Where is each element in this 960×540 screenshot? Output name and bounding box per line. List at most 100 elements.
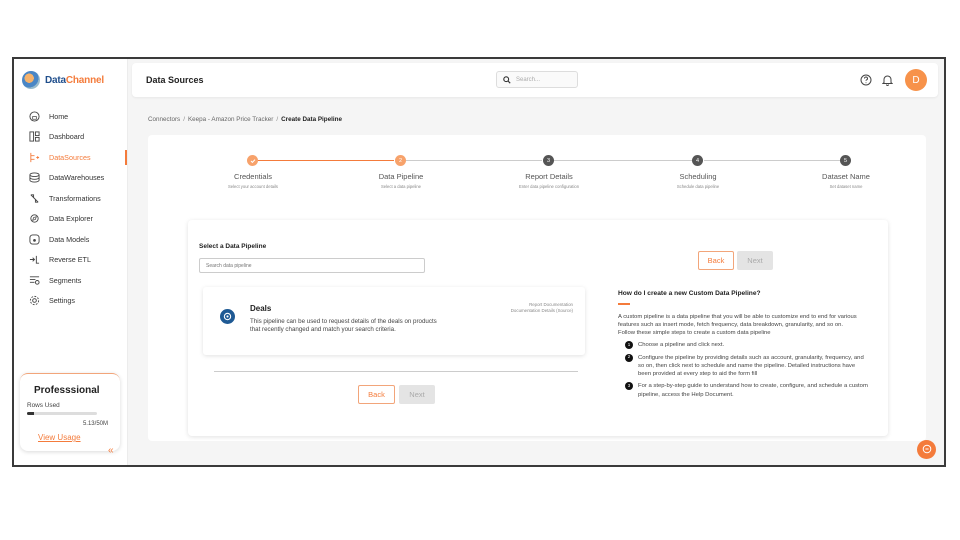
sidebar-item-label: Data Explorer bbox=[49, 214, 93, 224]
breadcrumb-separator: / bbox=[276, 116, 279, 123]
step-5-subtitle: Set dataset name bbox=[829, 184, 863, 189]
step-3-dot: 3 bbox=[543, 155, 554, 166]
transform-icon bbox=[28, 192, 40, 204]
step-4-title: Scheduling bbox=[679, 172, 717, 181]
help-title: How do I create a new Custom Data Pipeli… bbox=[618, 290, 761, 297]
reverse-etl-icon bbox=[28, 254, 40, 266]
dashboard-icon bbox=[28, 131, 40, 143]
settings-icon bbox=[28, 295, 40, 307]
select-pipeline-label: Select a Data Pipeline bbox=[199, 243, 267, 250]
breadcrumb-separator: / bbox=[183, 116, 185, 123]
page-title: Data Sources bbox=[146, 75, 204, 85]
step-number-badge: 3 bbox=[625, 382, 633, 391]
documentation-details-link[interactable]: Documentation Details (Source) bbox=[511, 308, 573, 314]
pipeline-card-deals[interactable]: Deals This pipeline can be used to reque… bbox=[203, 287, 585, 355]
step-connector-line bbox=[554, 160, 692, 161]
step-5-dot: 5 bbox=[840, 155, 851, 166]
top-header: Data Sources Search... D bbox=[132, 63, 938, 97]
help-section: How do I create a new Custom Data Pipeli… bbox=[618, 290, 868, 403]
chat-icon bbox=[922, 441, 932, 459]
app-window: DataChannel Home Dashboard DataSources D… bbox=[12, 57, 946, 467]
search-input[interactable]: Search... bbox=[516, 77, 540, 83]
help-title-underline bbox=[618, 303, 630, 305]
breadcrumb-keepa[interactable]: Keepa - Amazon Price Tracker bbox=[188, 116, 273, 123]
explorer-icon bbox=[28, 213, 40, 225]
pipeline-title: Deals bbox=[250, 304, 272, 313]
sidebar-item-reverse-etl[interactable]: Reverse ETL bbox=[14, 250, 127, 271]
pipeline-search-input[interactable] bbox=[199, 258, 425, 273]
next-button-top[interactable]: Next bbox=[737, 251, 773, 270]
pipeline-stepper: 2 3 4 5 Credentials Select your account … bbox=[148, 155, 926, 195]
back-button[interactable]: Back bbox=[358, 385, 395, 404]
help-step-text: For a step-by-step guide to understand h… bbox=[638, 383, 868, 398]
sidebar-item-label: Segments bbox=[49, 275, 82, 285]
breadcrumb-current: Create Data Pipeline bbox=[281, 116, 343, 123]
sidebar-item-datawarehouses[interactable]: DataWarehouses bbox=[14, 168, 127, 189]
sidebar-nav: Home Dashboard DataSources DataWarehouse… bbox=[14, 106, 127, 311]
plan-usage-card: Professsional Rows Used 5.13/50M View Us… bbox=[20, 373, 120, 451]
pipeline-form-card: Select a Data Pipeline Back Next Deals T… bbox=[188, 220, 888, 436]
sidebar-item-label: Data Models bbox=[49, 234, 90, 244]
step-connector-line bbox=[406, 160, 542, 161]
step-4-subtitle: Schedule data pipeline bbox=[676, 184, 720, 189]
sidebar: DataChannel Home Dashboard DataSources D… bbox=[14, 59, 128, 465]
global-search[interactable]: Search... bbox=[496, 71, 578, 88]
step-1-title: Credentials bbox=[234, 172, 272, 181]
breadcrumb-connectors[interactable]: Connectors bbox=[148, 116, 180, 123]
logo-text-primary: Data bbox=[45, 74, 66, 86]
sidebar-item-label: Settings bbox=[49, 296, 75, 306]
datasources-icon bbox=[28, 151, 40, 163]
sidebar-item-settings[interactable]: Settings bbox=[14, 291, 127, 312]
view-usage-link[interactable]: View Usage bbox=[38, 433, 81, 442]
help-step: 3 For a step-by-step guide to understand … bbox=[618, 382, 868, 399]
help-icon[interactable] bbox=[859, 73, 873, 87]
sidebar-item-segments[interactable]: Segments bbox=[14, 270, 127, 291]
bell-icon[interactable] bbox=[880, 73, 894, 87]
sidebar-item-label: Transformations bbox=[49, 193, 101, 203]
sidebar-item-home[interactable]: Home bbox=[14, 106, 127, 127]
step-2-dot[interactable]: 2 bbox=[395, 155, 406, 166]
pipeline-description: This pipeline can be used to request det… bbox=[250, 318, 437, 334]
sidebar-item-transformations[interactable]: Transformations bbox=[14, 188, 127, 209]
help-steps: 1 Choose a pipeline and click next. 2 Conf… bbox=[618, 341, 868, 399]
help-step-text: Configure the pipeline by providing deta… bbox=[638, 354, 864, 378]
help-intro: A custom pipeline is a data pipeline tha… bbox=[618, 313, 857, 328]
step-connector-line bbox=[258, 160, 394, 161]
step-number-badge: 1 bbox=[625, 341, 633, 350]
form-divider bbox=[214, 371, 578, 372]
help-step: 2 Configure the pipeline by providing det… bbox=[618, 353, 868, 379]
sidebar-item-data-models[interactable]: Data Models bbox=[14, 229, 127, 250]
usage-progress-fill bbox=[27, 412, 34, 415]
rows-used-label: Rows Used bbox=[27, 402, 60, 409]
logo[interactable]: DataChannel bbox=[22, 71, 104, 89]
usage-progress-bar bbox=[27, 412, 97, 415]
step-3-title: Report Details bbox=[525, 172, 573, 181]
datachannel-logo-icon bbox=[22, 71, 40, 89]
collapse-sidebar-button[interactable]: « bbox=[108, 445, 114, 456]
step-4-dot: 4 bbox=[692, 155, 703, 166]
sidebar-item-label: Reverse ETL bbox=[49, 255, 91, 265]
sidebar-item-datasources[interactable]: DataSources bbox=[14, 147, 127, 168]
next-button[interactable]: Next bbox=[399, 385, 435, 404]
sidebar-item-label: DataWarehouses bbox=[49, 173, 105, 183]
sidebar-item-label: Home bbox=[49, 111, 69, 121]
logo-text-accent: Channel bbox=[65, 74, 104, 86]
pipeline-doc-links: Report Documentation Documentation Detai… bbox=[511, 302, 573, 315]
help-step-text: Choose a pipeline and click next. bbox=[638, 342, 725, 349]
models-icon bbox=[28, 233, 40, 245]
main-panel: 2 3 4 5 Credentials Select your account … bbox=[148, 135, 926, 441]
home-icon bbox=[28, 110, 40, 122]
step-number-badge: 2 bbox=[625, 353, 633, 362]
plan-title: Professsional bbox=[34, 385, 100, 396]
step-1-check-icon[interactable] bbox=[247, 155, 258, 166]
sidebar-item-label: DataSources bbox=[49, 152, 91, 162]
chat-support-button[interactable] bbox=[917, 440, 936, 459]
sidebar-item-data-explorer[interactable]: Data Explorer bbox=[14, 209, 127, 230]
help-intro-2: Follow these simple steps to create a cu… bbox=[618, 330, 771, 337]
help-step: 1 Choose a pipeline and click next. bbox=[618, 341, 868, 350]
step-connector-line bbox=[704, 160, 840, 161]
sidebar-item-label: Dashboard bbox=[49, 132, 85, 142]
sidebar-item-dashboard[interactable]: Dashboard bbox=[14, 127, 127, 148]
back-button-top[interactable]: Back bbox=[698, 251, 734, 270]
user-avatar[interactable]: D bbox=[905, 69, 927, 91]
